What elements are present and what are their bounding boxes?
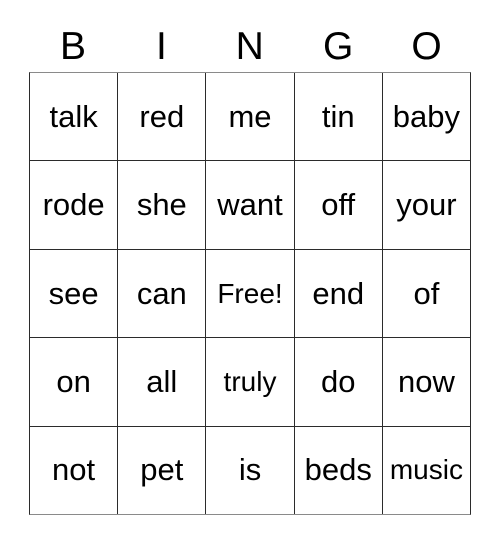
bingo-header-letter-g: G: [323, 25, 354, 68]
bingo-cell-label: not: [52, 452, 96, 488]
bingo-cell-r1c3[interactable]: me: [205, 73, 294, 161]
bingo-cell-r5c3[interactable]: is: [205, 426, 294, 515]
bingo-header-letter-i: I: [155, 25, 168, 68]
bingo-cell-r5c1[interactable]: not: [30, 426, 118, 515]
bingo-cell-label: can: [136, 275, 187, 311]
bingo-cell-label: music: [389, 454, 463, 486]
bingo-cell-r2c1[interactable]: rode: [30, 161, 118, 249]
bingo-cell-label: all: [146, 363, 178, 399]
bingo-cell-r4c3[interactable]: truly: [205, 338, 294, 426]
bingo-row: on all truly do now: [30, 337, 471, 426]
bingo-cell-r5c2[interactable]: pet: [117, 426, 206, 515]
bingo-cell-r2c5[interactable]: your: [381, 161, 471, 249]
bingo-cell-label: of: [413, 275, 440, 311]
bingo-cell-label: she: [136, 187, 187, 223]
bingo-row: rode she want off your: [30, 160, 471, 249]
bingo-cell-label: end: [312, 275, 365, 311]
bingo-cell-label: your: [396, 187, 457, 223]
bingo-cell-label: tin: [321, 98, 355, 134]
bingo-cell-r1c2[interactable]: red: [117, 73, 206, 161]
bingo-cell-r4c1[interactable]: on: [30, 338, 118, 426]
bingo-cell-r2c4[interactable]: off: [293, 161, 382, 249]
bingo-header-letter-o: O: [411, 25, 443, 68]
bingo-cell-r2c2[interactable]: she: [117, 161, 206, 249]
bingo-cell-label: rode: [42, 187, 105, 223]
bingo-cell-label: baby: [392, 98, 461, 134]
bingo-cell-r3c5[interactable]: of: [381, 249, 471, 338]
bingo-cell-label: me: [228, 98, 272, 134]
bingo-free-space-label: Free!: [217, 277, 283, 309]
bingo-cell-label: want: [217, 187, 283, 223]
bingo-cell-r5c4[interactable]: beds: [293, 426, 382, 515]
bingo-grid: talk red me tin baby rode she want off y…: [29, 72, 471, 515]
bingo-cell-label: talk: [49, 98, 98, 134]
bingo-card: B I N G O talk red me tin baby rode she …: [0, 0, 500, 544]
bingo-row: talk red me tin baby: [30, 73, 471, 161]
bingo-cell-label: red: [139, 98, 185, 134]
bingo-header-letter-b: B: [59, 25, 87, 68]
bingo-cell-label: truly: [223, 365, 277, 397]
bingo-cell-label: pet: [140, 452, 184, 488]
bingo-header-letter-n: N: [235, 25, 265, 68]
bingo-cell-label: beds: [304, 452, 372, 488]
bingo-cell-label: see: [48, 275, 99, 311]
bingo-cell-r5c5[interactable]: music: [381, 426, 471, 515]
bingo-cell-r3c2[interactable]: can: [117, 249, 206, 338]
bingo-cell-r3c1[interactable]: see: [30, 249, 118, 338]
bingo-cell-r3c4[interactable]: end: [293, 249, 382, 338]
bingo-row: see can Free! end of: [30, 248, 471, 338]
bingo-cell-r4c4[interactable]: do: [293, 338, 382, 426]
bingo-cell-r1c1[interactable]: talk: [30, 73, 118, 161]
bingo-header-row: B I N G O: [29, 22, 471, 72]
bingo-cell-label: is: [238, 452, 262, 488]
bingo-cell-label: off: [321, 187, 356, 223]
bingo-cell-r1c4[interactable]: tin: [293, 73, 382, 161]
bingo-cell-free-space[interactable]: Free!: [205, 249, 294, 338]
bingo-cell-r1c5[interactable]: baby: [381, 73, 471, 161]
bingo-cell-r4c5[interactable]: now: [381, 338, 471, 426]
bingo-cell-label: on: [56, 363, 91, 399]
bingo-row: not pet is beds music: [30, 425, 471, 515]
bingo-cell-label: now: [397, 363, 455, 399]
bingo-cell-r4c2[interactable]: all: [117, 338, 206, 426]
bingo-cell-label: do: [320, 363, 356, 399]
bingo-cell-r2c3[interactable]: want: [205, 161, 294, 249]
